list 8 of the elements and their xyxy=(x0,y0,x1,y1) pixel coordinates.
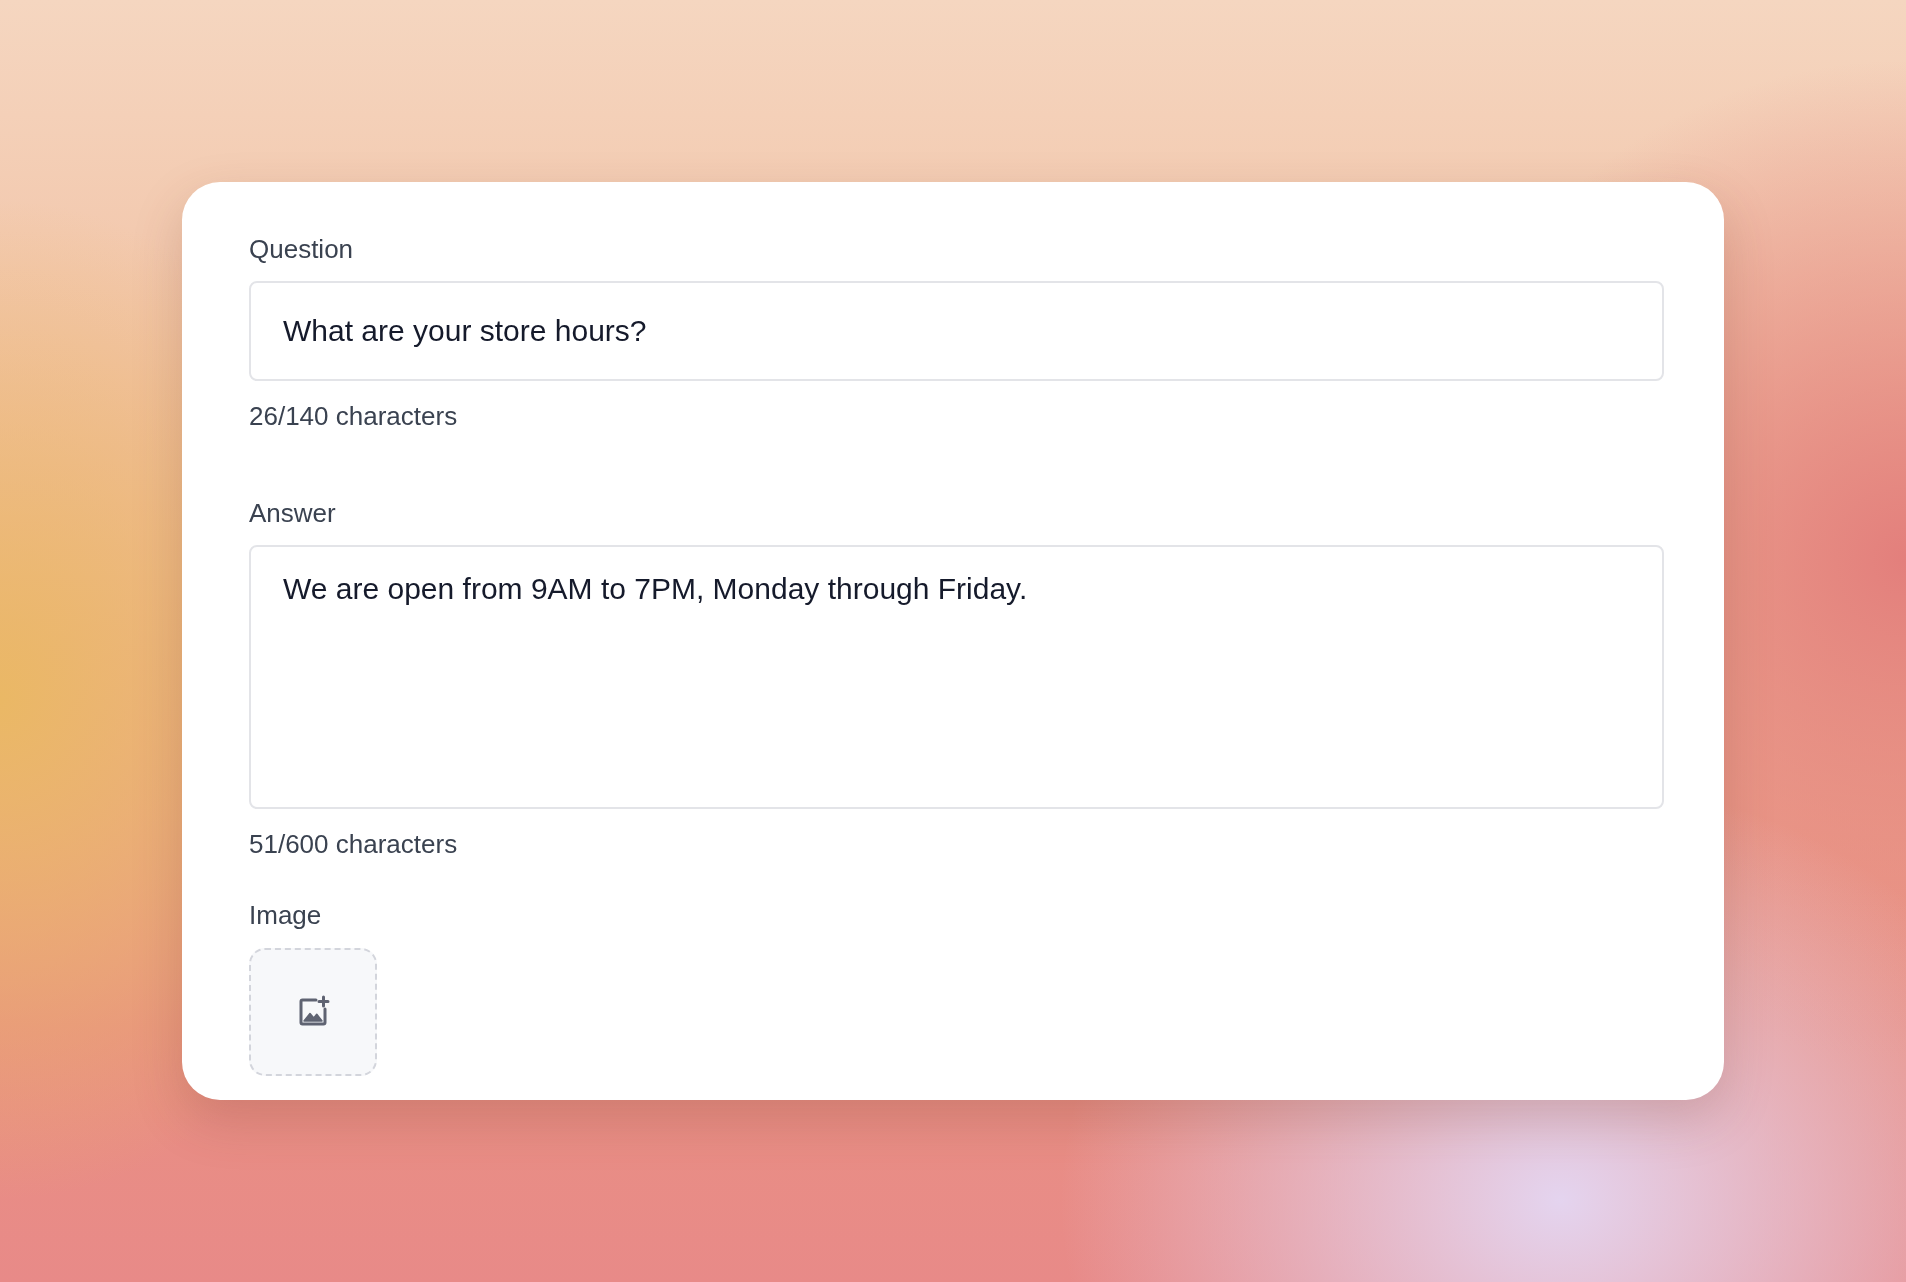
input-field[interactable]: What are your store hours? xyxy=(249,281,1664,382)
character-counter: 26/140 characters xyxy=(249,401,458,432)
image-upload-button[interactable] xyxy=(249,947,377,1076)
character-counter: 51/600 characters xyxy=(249,829,458,860)
field-label: Image xyxy=(249,900,322,931)
text-area[interactable]: We are open from 9AM to 7PM, Monday through Friday. xyxy=(249,545,1664,810)
field-label: Question xyxy=(249,234,354,264)
field-label: Answer xyxy=(249,498,336,529)
